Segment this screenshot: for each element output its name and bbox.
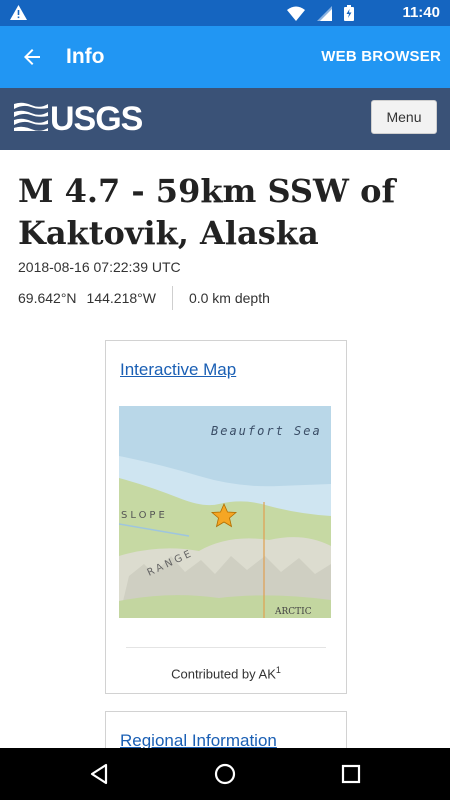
menu-button[interactable]: Menu (371, 100, 437, 134)
nav-home-icon[interactable] (213, 762, 237, 786)
depth: 0.0 km depth (188, 290, 270, 306)
footnote-marker: 1 (275, 665, 281, 675)
usgs-wordmark: USGS (50, 99, 143, 138)
signal-icon (317, 5, 332, 26)
event-location: 69.642°N 144.218°W 0.0 km depth (18, 286, 270, 310)
interactive-map-link[interactable]: Interactive Map (120, 360, 236, 380)
nav-back-icon[interactable] (88, 762, 112, 786)
map-sea-label: Beaufort Sea (211, 424, 322, 438)
page-title: Info (66, 45, 105, 68)
wifi-icon (287, 6, 305, 26)
usgs-wave-icon (14, 101, 48, 136)
latitude: 69.642°N (18, 290, 77, 306)
map-refuge-label: ARCTIC (274, 607, 312, 617)
divider (171, 286, 173, 310)
contributor-note: Contributed by AK1 (106, 665, 346, 681)
app-bar: Info WEB BROWSER (0, 26, 450, 88)
status-bar: 11:40 (0, 0, 450, 26)
contributed-by-text: Contributed by AK (171, 666, 276, 682)
usgs-logo[interactable]: USGS (14, 99, 143, 138)
map-thumbnail[interactable]: Beaufort Sea SLOPE RANGE ARCTIC (119, 406, 331, 618)
nav-recents-icon[interactable] (339, 762, 363, 786)
clock: 11:40 (402, 4, 440, 21)
interactive-map-card: Interactive Map Beaufort Sea SLOPE RANGE… (105, 340, 347, 694)
warning-icon (10, 5, 27, 25)
longitude: 144.218°W (86, 290, 156, 306)
web-browser-button[interactable]: WEB BROWSER (321, 48, 441, 65)
back-arrow-icon[interactable] (20, 45, 44, 69)
event-title: M 4.7 - 59km SSW of Kaktovik, Alaska (18, 172, 396, 252)
card-divider (126, 647, 326, 648)
map-slope-label: SLOPE (121, 510, 168, 521)
event-time: 2018-08-16 07:22:39 UTC (18, 259, 181, 275)
battery-icon (344, 5, 354, 26)
navigation-bar (0, 748, 450, 800)
